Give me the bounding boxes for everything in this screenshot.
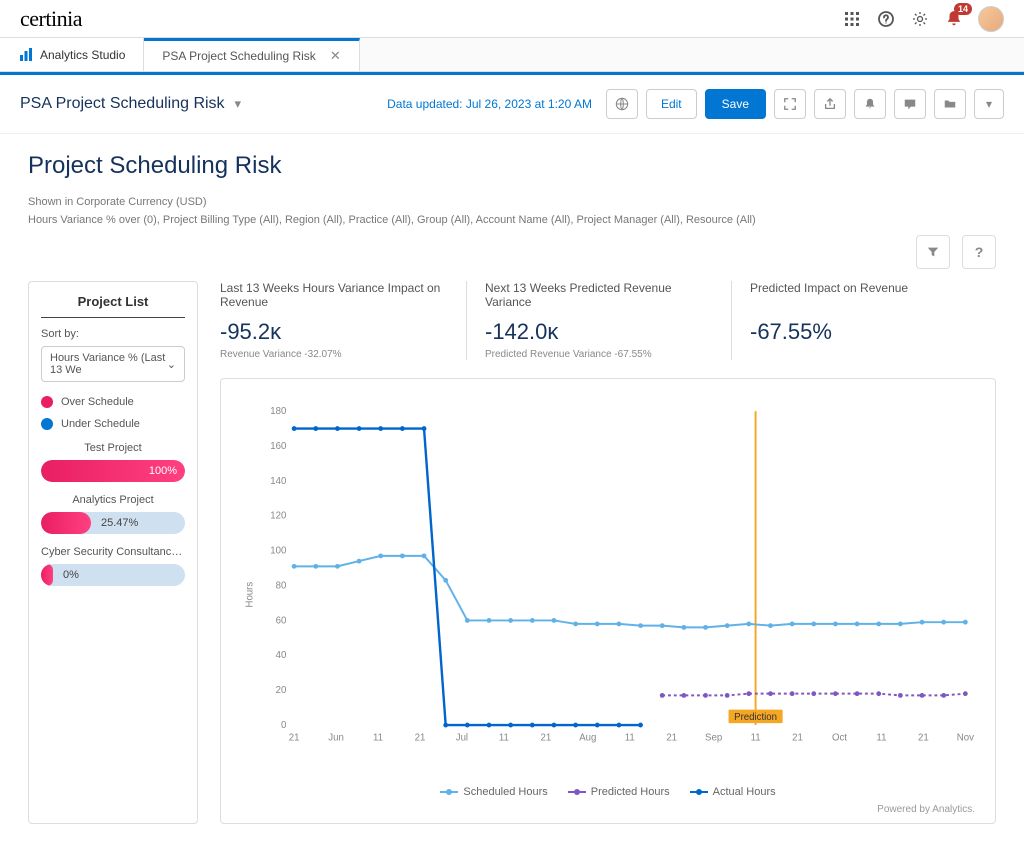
filter-button[interactable] [916,235,950,269]
chevron-down-icon[interactable]: ▾ [235,96,242,112]
settings-icon[interactable] [910,9,930,29]
hours-chart: Hours 0 20 40 60 80 100 120 140 160 180 21 Jun 11 21… [220,378,996,824]
notifications-badge: 14 [954,3,972,15]
svg-text:11: 11 [499,733,509,744]
project-list-panel: Project List Sort by: Hours Variance % (… [28,281,198,824]
project-pct: 100% [149,465,177,477]
app-launcher-icon[interactable] [842,9,862,29]
filters-note: Hours Variance % over (0), Project Billi… [28,212,996,230]
svg-text:60: 60 [276,615,287,626]
svg-text:Jul: Jul [456,733,468,744]
svg-text:20: 20 [276,685,287,696]
powered-by: Powered by Analytics. [241,804,975,815]
svg-text:Oct: Oct [832,733,847,744]
svg-text:11: 11 [625,733,635,744]
help-button[interactable]: ? [962,235,996,269]
svg-text:21: 21 [415,733,426,744]
bell-button[interactable] [854,89,886,119]
svg-text:Prediction: Prediction [734,712,777,723]
svg-text:Hours: Hours [245,582,256,608]
project-bar[interactable]: 25.47% [41,512,185,534]
currency-note: Shown in Corporate Currency (USD) [28,194,996,212]
svg-text:Jun: Jun [328,733,344,744]
svg-text:Nov: Nov [957,733,974,744]
help-icon[interactable] [876,9,896,29]
chevron-down-icon: ⌄ [167,358,176,371]
svg-text:21: 21 [289,733,300,744]
svg-text:160: 160 [270,441,286,452]
svg-text:Aug: Aug [579,733,596,744]
svg-text:40: 40 [276,650,287,661]
edit-button[interactable]: Edit [646,89,697,119]
svg-text:21: 21 [540,733,551,744]
brand-logo: certinia [20,6,82,32]
share-button[interactable] [814,89,846,119]
svg-text:11: 11 [751,733,761,744]
svg-text:21: 21 [792,733,803,744]
dashboard-title: Project Scheduling Risk [28,152,996,180]
project-list-title: Project List [41,294,185,318]
svg-text:80: 80 [276,581,287,592]
svg-text:140: 140 [270,476,286,487]
save-button[interactable]: Save [705,89,766,119]
kpi-predicted-impact: Predicted Impact on Revenue -67.55% [732,281,996,360]
kpi-last-13-weeks: Last 13 Weeks Hours Variance Impact on R… [220,281,467,360]
close-icon[interactable]: ✕ [330,48,341,64]
tab-analytics-studio[interactable]: Analytics Studio [0,38,144,71]
svg-text:180: 180 [270,406,286,417]
svg-text:120: 120 [270,511,286,522]
chart-svg: Hours 0 20 40 60 80 100 120 140 160 180 21 Jun 11 21… [241,395,975,775]
data-updated-text: Data updated: Jul 26, 2023 at 1:20 AM [387,97,592,111]
project-bar[interactable]: 0% [41,564,185,586]
sort-value: Hours Variance % (Last 13 We [50,352,167,376]
globe-button[interactable] [606,89,638,119]
sort-by-select[interactable]: Hours Variance % (Last 13 We ⌄ [41,346,185,382]
chart-legend: Scheduled Hours Predicted Hours Actual H… [241,786,975,798]
svg-text:11: 11 [373,733,383,744]
svg-text:0: 0 [281,720,286,731]
fullscreen-button[interactable] [774,89,806,119]
notifications-icon[interactable]: 14 [944,9,964,29]
project-name: Test Project [41,442,185,454]
folder-button[interactable] [934,89,966,119]
project-pct: 0% [63,569,79,581]
svg-text:100: 100 [270,546,286,557]
kpi-next-13-weeks: Next 13 Weeks Predicted Revenue Variance… [467,281,732,360]
comment-button[interactable] [894,89,926,119]
avatar[interactable] [978,6,1004,32]
project-pct: 25.47% [101,517,138,529]
more-button[interactable]: ▾ [974,89,1004,119]
svg-text:Sep: Sep [705,733,722,744]
tab-label: PSA Project Scheduling Risk [162,49,315,63]
svg-text:21: 21 [666,733,677,744]
project-name: Cyber Security Consultancy - Multi... [41,546,185,558]
sort-by-label: Sort by: [41,328,185,340]
page-title: PSA Project Scheduling Risk [20,95,225,113]
legend-over: Over Schedule [41,396,185,408]
svg-text:21: 21 [918,733,929,744]
svg-text:11: 11 [876,733,886,744]
tab-psa-project-scheduling-risk[interactable]: PSA Project Scheduling Risk ✕ [144,38,359,71]
project-name: Analytics Project [41,494,185,506]
tab-label: Analytics Studio [40,48,125,62]
legend-under: Under Schedule [41,418,185,430]
project-bar[interactable]: 100% [41,460,185,482]
